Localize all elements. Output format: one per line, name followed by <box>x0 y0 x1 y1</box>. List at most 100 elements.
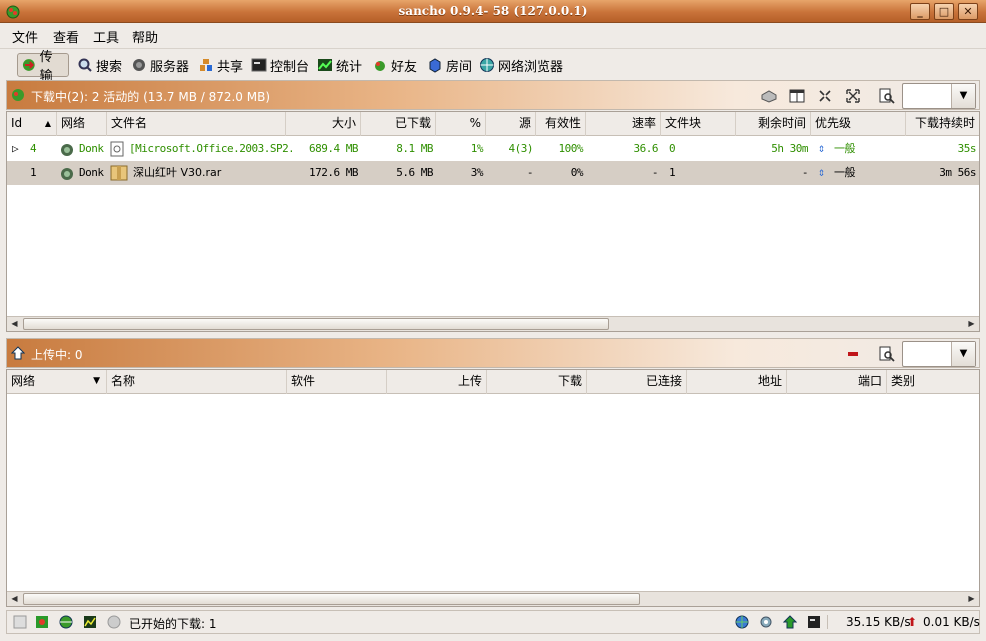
col-chunks[interactable]: 文件块 <box>661 112 736 136</box>
row-network: Donk <box>79 142 104 155</box>
network-globe-icon[interactable] <box>59 615 73 629</box>
tab-transfers-label: 传输 <box>39 50 53 84</box>
tab-rooms[interactable]: 房间 <box>424 53 475 77</box>
uploads-summary: 上传中: 0 <box>31 348 83 362</box>
tab-web-browser-label: 网络浏览器 <box>498 59 564 75</box>
row-availability: 0% <box>570 166 584 179</box>
col-connected[interactable]: 已连接 <box>587 370 687 394</box>
archive-icon <box>110 165 128 181</box>
tab-web-browser[interactable]: 网络浏览器 <box>476 53 566 77</box>
download-rate: 35.15 KB/s <box>827 615 911 629</box>
disconnected-icon[interactable] <box>107 615 121 629</box>
col-network[interactable]: 网络 <box>57 112 107 136</box>
tab-search[interactable]: 搜索 <box>74 53 125 77</box>
tab-statistics-label: 统计 <box>336 59 363 75</box>
priority-arrows-icon[interactable]: ⇕ <box>815 137 831 161</box>
menu-help[interactable]: 帮助 <box>132 27 158 46</box>
transfer-icon <box>22 59 35 71</box>
table-row[interactable]: ▷ 4 Donk [Microsoft.Office.2003.SP2. 689… <box>7 137 979 161</box>
row-id: 4 <box>30 142 37 155</box>
menu-file[interactable]: 文件 <box>12 27 38 46</box>
toolbar: 传输 搜索 服务器 共享 控制台 统计 好友 房间 网络浏览器 <box>0 48 986 84</box>
tab-shared-label: 共享 <box>217 59 244 75</box>
menu-tools[interactable]: 工具 <box>93 27 119 46</box>
col-port[interactable]: 端口 <box>787 370 887 394</box>
upload-panel-icon <box>11 346 25 360</box>
tab-friends-label: 好友 <box>391 59 418 75</box>
col-filename[interactable]: 文件名 <box>107 112 286 136</box>
transfer-status-icon[interactable] <box>35 615 49 629</box>
disk-icon[interactable] <box>759 86 779 106</box>
col-downloaded[interactable]: 已下载 <box>361 112 436 136</box>
window-title: sancho 0.9.4- 58 (127.0.0.1) <box>398 4 588 18</box>
col-software[interactable]: 软件 <box>287 370 387 394</box>
chevron-down-icon[interactable]: ▼ <box>951 84 975 108</box>
upload-arrow-icon[interactable] <box>783 615 797 629</box>
col-priority[interactable]: 优先级 <box>811 112 906 136</box>
filter-search-icon[interactable] <box>877 86 897 106</box>
tab-servers[interactable]: 服务器 <box>128 53 192 77</box>
share-icon <box>200 59 212 71</box>
chevron-down-icon[interactable]: ▼ <box>951 342 975 366</box>
col-percent[interactable]: % <box>436 112 486 136</box>
uploads-filter-combo[interactable]: ▼ <box>902 341 976 367</box>
row-downloaded: 5.6 MB <box>396 166 433 179</box>
scroll-thumb[interactable] <box>23 318 609 330</box>
priority-arrows-icon[interactable]: ⇕ <box>815 161 831 185</box>
col-downloaded[interactable]: 下载 <box>487 370 587 394</box>
col-uploaded[interactable]: 上传 <box>387 370 487 394</box>
downloads-hscrollbar[interactable]: ◀ ▶ <box>7 316 979 331</box>
row-duration: 35s <box>957 142 977 155</box>
scroll-thumb[interactable] <box>23 593 640 605</box>
downloads-header: 下载中(2): 2 活动的 (13.7 MB / 872.0 MB) ▼ <box>6 80 980 110</box>
col-duration[interactable]: 下载持续时 <box>906 112 979 136</box>
gear-icon[interactable] <box>759 615 773 629</box>
row-rate: - <box>651 166 659 179</box>
tab-console[interactable]: 控制台 <box>248 53 312 77</box>
tab-friends[interactable]: 好友 <box>369 53 420 77</box>
scroll-right-icon[interactable]: ▶ <box>964 317 979 331</box>
tab-statistics[interactable]: 统计 <box>314 53 365 77</box>
col-remaining[interactable]: 剩余时间 <box>736 112 811 136</box>
table-row-selected[interactable]: 1 Donk 深山红叶 V30.rar 172.6 MB 5.6 MB 3% -… <box>7 161 979 185</box>
scroll-left-icon[interactable]: ◀ <box>7 317 22 331</box>
col-size[interactable]: 大小 <box>286 112 361 136</box>
col-category[interactable]: 类别 <box>887 370 979 394</box>
maximize-button[interactable]: □ <box>934 3 954 20</box>
terminal-icon[interactable] <box>807 615 821 629</box>
downloads-table-header: Id ▲ 网络 文件名 大小 已下载 % 源 有效性 速率 文件块 剩余时间 优先… <box>7 112 979 136</box>
col-name[interactable]: 名称 <box>107 370 287 394</box>
close-button[interactable]: ✕ <box>958 3 978 20</box>
tab-transfers[interactable]: 传输 <box>17 50 69 84</box>
tab-console-label: 控制台 <box>270 59 310 75</box>
col-availability[interactable]: 有效性 <box>536 112 586 136</box>
downloads-filter-combo[interactable]: ▼ <box>902 83 976 109</box>
row-network: Donk <box>79 166 104 179</box>
globe-icon[interactable] <box>735 615 749 629</box>
minimize-button[interactable]: _ <box>910 3 930 20</box>
menu-view[interactable]: 查看 <box>53 27 79 46</box>
expand-icon[interactable] <box>843 86 863 106</box>
row-filename: [Microsoft.Office.2003.SP2. <box>129 142 292 155</box>
tab-rooms-label: 房间 <box>446 59 473 75</box>
col-network[interactable]: 网络 ▼ <box>7 370 107 394</box>
tab-shared[interactable]: 共享 <box>195 53 246 77</box>
col-rate[interactable]: 速率 <box>586 112 661 136</box>
col-id[interactable]: Id ▲ <box>7 112 57 136</box>
stop-icon[interactable] <box>843 344 863 364</box>
col-sources[interactable]: 源 <box>486 112 536 136</box>
columns-icon[interactable] <box>787 86 807 106</box>
uploads-header: 上传中: 0 ▼ <box>6 338 980 368</box>
expand-arrow-icon[interactable]: ▷ <box>9 137 23 161</box>
row-chunks: 1 <box>669 166 676 179</box>
collapse-icon[interactable] <box>815 86 835 106</box>
web-browser-icon <box>480 58 494 72</box>
uploads-hscrollbar[interactable]: ◀ ▶ <box>7 591 979 606</box>
chart-status-icon[interactable] <box>83 615 97 629</box>
filter-search-icon[interactable] <box>877 344 897 364</box>
info-icon[interactable] <box>13 615 27 629</box>
download-panel-icon <box>12 89 24 101</box>
scroll-left-icon[interactable]: ◀ <box>7 592 22 606</box>
scroll-right-icon[interactable]: ▶ <box>964 592 979 606</box>
col-address[interactable]: 地址 <box>687 370 787 394</box>
